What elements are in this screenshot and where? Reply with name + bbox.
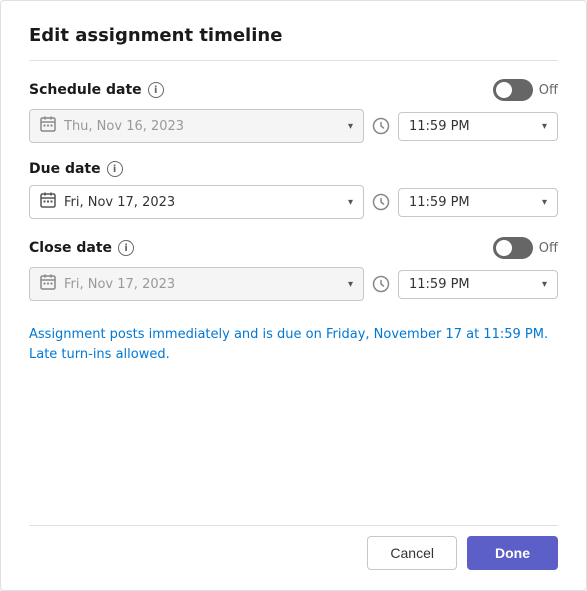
close-time-chevron-icon: ▾ [542,279,547,290]
due-date-chevron-icon: ▾ [348,197,353,208]
schedule-date-clock-icon [372,117,390,135]
schedule-date-picker[interactable]: Thu, Nov 16, 2023 ▾ [29,109,364,143]
due-date-clock-icon [372,193,390,211]
assignment-info-text: Assignment posts immediately and is due … [29,325,558,364]
close-date-clock-icon [372,275,390,293]
due-date-value: Fri, Nov 17, 2023 [64,195,340,210]
due-date-label-group: Due date i [29,161,123,177]
schedule-time-value: 11:59 PM [409,119,534,134]
schedule-date-toggle[interactable] [493,79,533,101]
schedule-date-section: Schedule date i Off [29,79,558,143]
due-time-chevron-icon: ▾ [542,197,547,208]
due-date-picker[interactable]: Fri, Nov 17, 2023 ▾ [29,185,364,219]
schedule-date-fields: Thu, Nov 16, 2023 ▾ 11:59 PM ▾ [29,109,558,143]
close-date-chevron-icon: ▾ [348,279,353,290]
due-date-calendar-icon [40,192,56,212]
schedule-time-chevron-icon: ▾ [542,121,547,132]
due-date-label: Due date [29,161,101,177]
close-time-picker[interactable]: 11:59 PM ▾ [398,270,558,299]
dialog-title: Edit assignment timeline [29,25,558,61]
close-time-value: 11:59 PM [409,277,534,292]
schedule-date-header: Schedule date i Off [29,79,558,101]
schedule-date-calendar-icon [40,116,56,136]
schedule-time-picker[interactable]: 11:59 PM ▾ [398,112,558,141]
edit-assignment-timeline-dialog: Edit assignment timeline Schedule date i… [0,0,587,591]
due-date-fields: Fri, Nov 17, 2023 ▾ 11:59 PM ▾ [29,185,558,219]
close-date-value: Fri, Nov 17, 2023 [64,277,340,292]
close-date-label-group: Close date i [29,240,134,256]
schedule-date-toggle-knob [496,82,512,98]
schedule-date-label-group: Schedule date i [29,82,164,98]
due-date-section: Due date i Fri, Nov 17, 2023 ▾ [29,161,558,219]
close-date-picker[interactable]: Fri, Nov 17, 2023 ▾ [29,267,364,301]
close-date-section: Close date i Off [29,237,558,301]
due-date-info-icon[interactable]: i [107,161,123,177]
dialog-footer: Cancel Done [29,525,558,570]
due-time-value: 11:59 PM [409,195,534,210]
schedule-date-info-icon[interactable]: i [148,82,164,98]
close-date-toggle-knob [496,240,512,256]
done-button[interactable]: Done [467,536,558,570]
close-date-fields: Fri, Nov 17, 2023 ▾ 11:59 PM ▾ [29,267,558,301]
schedule-date-label: Schedule date [29,82,142,98]
close-date-header: Close date i Off [29,237,558,259]
due-time-picker[interactable]: 11:59 PM ▾ [398,188,558,217]
schedule-date-chevron-icon: ▾ [348,121,353,132]
cancel-button[interactable]: Cancel [367,536,457,570]
close-date-label: Close date [29,240,112,256]
close-date-info-icon[interactable]: i [118,240,134,256]
due-date-header: Due date i [29,161,558,177]
close-date-toggle-label: Off [539,241,558,256]
schedule-date-toggle-label: Off [539,83,558,98]
schedule-date-value: Thu, Nov 16, 2023 [64,119,340,134]
schedule-date-toggle-group: Off [493,79,558,101]
close-date-calendar-icon [40,274,56,294]
close-date-toggle[interactable] [493,237,533,259]
close-date-toggle-group: Off [493,237,558,259]
